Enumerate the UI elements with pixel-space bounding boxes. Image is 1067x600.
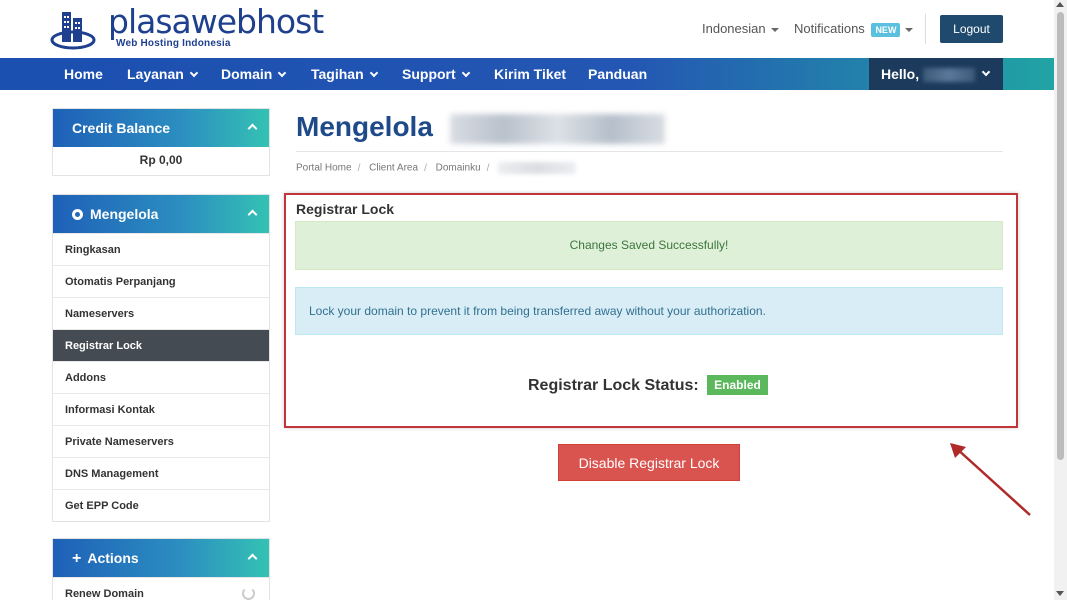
nav-home-label: Home xyxy=(64,66,103,82)
sidebar-item-label: Addons xyxy=(65,372,106,384)
chevron-down-icon xyxy=(369,68,378,78)
brand-logo[interactable]: plasawebhost Web Hosting Indonesia xyxy=(50,2,330,52)
sidebar-item-renew-domain[interactable]: Renew Domain xyxy=(53,577,269,600)
redacted-breadcrumb-domain xyxy=(498,162,577,174)
scroll-up-icon[interactable] xyxy=(1056,2,1064,7)
sidebar-item-label: Otomatis Perpanjang xyxy=(65,276,176,288)
sidebar-item-registrar-lock[interactable]: Registrar Lock xyxy=(53,329,269,361)
sidebar-item-label: Renew Domain xyxy=(65,588,144,600)
breadcrumb: Portal Home / Client Area / Domainku / xyxy=(296,162,577,174)
caret-down-icon xyxy=(770,27,779,32)
sidebar-item-private-nameservers[interactable]: Private Nameservers xyxy=(53,425,269,457)
redacted-domain-name xyxy=(450,114,665,144)
main-navbar: Home Layanan Domain Tagihan Support Kiri… xyxy=(0,58,1054,90)
nav-panduan-label: Panduan xyxy=(588,66,648,82)
status-label: Registrar Lock Status: xyxy=(528,377,699,394)
nav-tagihan[interactable]: Tagihan xyxy=(311,58,378,90)
nav-panduan[interactable]: Panduan xyxy=(588,58,647,90)
hello-label: Hello, xyxy=(881,66,920,82)
manage-title: Mengelola xyxy=(90,206,159,222)
building-icon xyxy=(50,12,96,50)
credit-balance-header[interactable]: Credit Balance xyxy=(53,109,269,147)
plus-icon: + xyxy=(72,550,82,567)
language-dropdown[interactable]: Indonesian xyxy=(702,21,779,36)
sidebar-item-label: Informasi Kontak xyxy=(65,404,155,416)
brand-name: plasawebhost xyxy=(108,2,324,41)
chevron-up-icon xyxy=(247,553,258,564)
title-divider xyxy=(296,151,1003,152)
actions-title: Actions xyxy=(87,550,139,566)
nav-layanan[interactable]: Layanan xyxy=(127,58,199,90)
chevron-down-icon xyxy=(461,68,470,78)
logout-button[interactable]: Logout xyxy=(940,15,1003,43)
nav-kirim-tiket-label: Kirim Tiket xyxy=(494,66,567,82)
sidebar-item-nameservers[interactable]: Nameservers xyxy=(53,297,269,329)
nav-support[interactable]: Support xyxy=(402,58,470,90)
nav-tagihan-label: Tagihan xyxy=(311,66,364,82)
breadcrumb-separator: / xyxy=(424,162,427,174)
page-title: Mengelola xyxy=(296,111,433,142)
sidebar-item-label: Private Nameservers xyxy=(65,436,174,448)
credit-balance-panel: Credit Balance Rp 0,00 xyxy=(52,108,270,176)
refresh-icon xyxy=(242,587,255,600)
sidebar-item-ringkasan[interactable]: Ringkasan xyxy=(53,233,269,265)
notifications-label: Notifications xyxy=(794,21,865,36)
chevron-down-icon xyxy=(189,68,199,78)
actions-panel: + Actions Renew Domain xyxy=(52,538,270,600)
actions-header[interactable]: + Actions xyxy=(53,539,269,577)
info-alert: Lock your domain to prevent it from bein… xyxy=(295,287,1003,335)
sidebar-item-label: DNS Management xyxy=(65,468,159,480)
sidebar-item-label: Registrar Lock xyxy=(65,340,143,352)
manage-header[interactable]: Mengelola xyxy=(53,195,269,233)
nav-domain[interactable]: Domain xyxy=(221,58,287,90)
chevron-up-icon xyxy=(247,209,258,220)
nav-layanan-label: Layanan xyxy=(127,66,184,82)
sidebar-item-addons[interactable]: Addons xyxy=(53,361,269,393)
sidebar-item-otomatis-perpanjang[interactable]: Otomatis Perpanjang xyxy=(53,265,269,297)
sidebar-item-informasi-kontak[interactable]: Informasi Kontak xyxy=(53,393,269,425)
status-badge: Enabled xyxy=(707,375,768,395)
nav-kirim-tiket[interactable]: Kirim Tiket xyxy=(494,58,566,90)
scrollbar-thumb[interactable] xyxy=(1057,12,1064,460)
brand-tagline: Web Hosting Indonesia xyxy=(116,38,231,49)
sidebar-item-get-epp-code[interactable]: Get EPP Code xyxy=(53,489,269,521)
new-badge: NEW xyxy=(871,22,901,37)
sidebar-item-dns-management[interactable]: DNS Management xyxy=(53,457,269,489)
scroll-down-icon[interactable] xyxy=(1056,591,1064,596)
section-title: Registrar Lock xyxy=(296,201,395,217)
top-header: plasawebhost Web Hosting Indonesia Indon… xyxy=(0,0,1054,58)
sidebar-item-label: Get EPP Code xyxy=(65,500,139,512)
user-menu[interactable]: Hello, xyxy=(869,58,1003,90)
chevron-down-icon xyxy=(981,67,991,77)
credit-amount: Rp 0,00 xyxy=(139,153,183,167)
nav-domain-label: Domain xyxy=(221,66,273,82)
disable-registrar-lock-button[interactable]: Disable Registrar Lock xyxy=(558,444,740,481)
credit-balance-title: Credit Balance xyxy=(72,120,171,136)
header-divider xyxy=(925,14,926,44)
language-label: Indonesian xyxy=(702,21,766,36)
breadcrumb-separator: / xyxy=(357,162,361,174)
success-alert: Changes Saved Successfully! xyxy=(295,221,1003,270)
breadcrumb-portal-home[interactable]: Portal Home xyxy=(296,163,352,174)
breadcrumb-domainku[interactable]: Domainku xyxy=(436,163,481,174)
notifications-dropdown[interactable]: Notifications NEW xyxy=(794,21,914,37)
manage-panel: Mengelola Ringkasan Otomatis Perpanjang … xyxy=(52,194,270,522)
caret-down-icon xyxy=(905,27,914,32)
chevron-down-icon xyxy=(278,68,287,78)
sidebar-item-label: Ringkasan xyxy=(65,244,121,256)
gear-icon xyxy=(72,209,83,220)
chevron-up-icon xyxy=(247,123,258,134)
annotation-arrow-icon xyxy=(950,443,1031,516)
registrar-lock-status: Registrar Lock Status: Enabled xyxy=(528,375,768,395)
breadcrumb-separator: / xyxy=(486,162,490,174)
breadcrumb-client-area[interactable]: Client Area xyxy=(369,163,418,174)
redacted-username xyxy=(923,68,976,83)
sidebar-item-label: Nameservers xyxy=(65,308,135,320)
nav-home[interactable]: Home xyxy=(64,58,103,90)
nav-support-label: Support xyxy=(402,66,456,82)
